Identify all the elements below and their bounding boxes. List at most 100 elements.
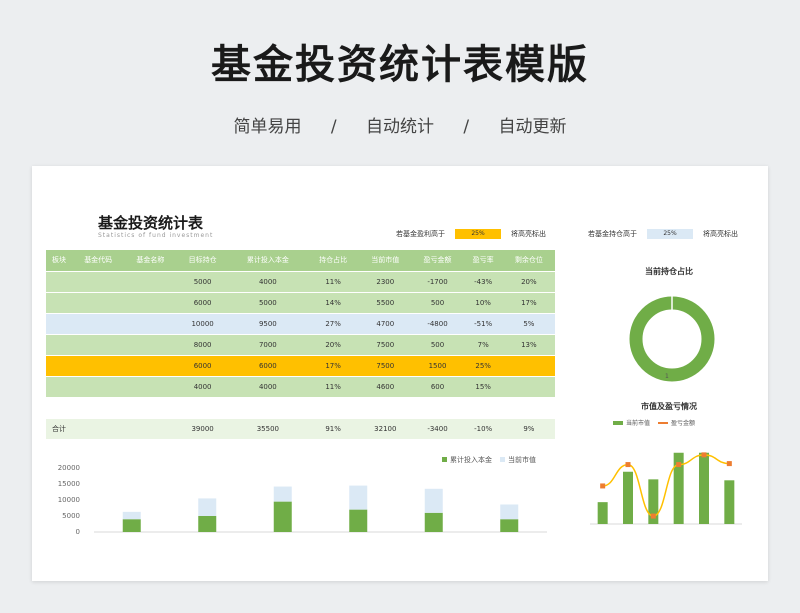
column-header[interactable]: 目标持仓 <box>176 250 229 272</box>
spacer-cell <box>46 397 555 419</box>
total-row[interactable]: 合计 39000 35500 91% 32100 -3400 -10% 9% <box>46 418 555 440</box>
total-cell[interactable]: -10% <box>463 418 503 440</box>
total-cell[interactable]: 35500 <box>228 418 307 440</box>
table-row[interactable]: 6000 5000 14% 5500 500 10% 17% <box>46 292 555 314</box>
table-cell[interactable] <box>124 334 177 356</box>
table-cell[interactable]: 6000 <box>176 292 229 314</box>
table-cell[interactable]: 20% <box>502 271 555 293</box>
table-cell[interactable]: 25% <box>463 355 503 377</box>
donut-outline <box>642 309 702 369</box>
table-cell[interactable] <box>124 271 177 293</box>
table-cell[interactable]: 500 <box>411 292 464 314</box>
table-cell[interactable]: 4000 <box>228 271 307 293</box>
invest-bar-chart: 20000 15000 10000 5000 0 累计投入本金 当前市值 <box>58 455 547 536</box>
column-header[interactable]: 板块 <box>46 250 73 272</box>
table-cell[interactable] <box>502 376 555 398</box>
table-cell[interactable] <box>72 271 125 293</box>
table-cell[interactable]: 5000 <box>228 292 307 314</box>
table-cell[interactable] <box>502 355 555 377</box>
table-cell[interactable] <box>46 271 73 293</box>
table-cell[interactable]: 27% <box>307 313 360 335</box>
table-row[interactable]: 8000 7000 20% 7500 500 7% 13% <box>46 334 555 356</box>
column-header[interactable]: 剩余仓位 <box>502 250 555 272</box>
table-cell[interactable] <box>46 376 73 398</box>
table-cell[interactable]: 6000 <box>176 355 229 377</box>
column-header[interactable]: 累计投入本金 <box>228 250 307 272</box>
bar-market-value <box>623 471 633 524</box>
column-header[interactable]: 基金名称 <box>124 250 177 272</box>
table-cell[interactable]: 4000 <box>176 376 229 398</box>
table-row[interactable]: 5000 4000 11% 2300 -1700 -43% 20% <box>46 271 555 293</box>
table-cell[interactable]: 9500 <box>228 313 307 335</box>
table-cell[interactable]: 6000 <box>228 355 307 377</box>
table-cell[interactable] <box>124 313 177 335</box>
table-cell[interactable]: 1500 <box>411 355 464 377</box>
table-cell[interactable]: 5% <box>502 313 555 335</box>
table-cell[interactable] <box>46 292 73 314</box>
table-row[interactable]: 10000 9500 27% 4700 -4800 -51% 5% <box>46 313 555 335</box>
holding-threshold-input[interactable]: 25% <box>647 229 693 239</box>
table-cell[interactable] <box>72 292 125 314</box>
table-cell[interactable]: 14% <box>307 292 360 314</box>
table-cell[interactable]: 11% <box>307 376 360 398</box>
column-header[interactable]: 当前市值 <box>359 250 412 272</box>
total-cell[interactable] <box>72 418 125 440</box>
profit-threshold-prefix: 若基金盈利高于 <box>396 230 445 238</box>
market-legend-label: 盈亏金额 <box>671 420 696 427</box>
column-header[interactable]: 盈亏金额 <box>411 250 464 272</box>
table-cell[interactable]: 4700 <box>359 313 412 335</box>
table-cell[interactable]: 10000 <box>176 313 229 335</box>
table-cell[interactable]: 7000 <box>228 334 307 356</box>
profit-threshold-input[interactable]: 25% <box>455 229 501 239</box>
table-cell[interactable]: 17% <box>307 355 360 377</box>
table-cell[interactable] <box>46 355 73 377</box>
table-cell[interactable] <box>46 313 73 335</box>
table-cell[interactable]: 20% <box>307 334 360 356</box>
table-cell[interactable] <box>124 292 177 314</box>
table-cell[interactable]: 4000 <box>228 376 307 398</box>
total-cell[interactable]: 32100 <box>359 418 412 440</box>
profit-point <box>701 452 707 458</box>
column-header[interactable]: 基金代码 <box>72 250 125 272</box>
table-cell[interactable]: 15% <box>463 376 503 398</box>
table-cell[interactable] <box>72 313 125 335</box>
table-row[interactable]: 6000 6000 17% 7500 1500 25% <box>46 355 555 377</box>
table-cell[interactable]: 7% <box>463 334 503 356</box>
y-tick-label: 0 <box>76 528 80 536</box>
table-cell[interactable]: 10% <box>463 292 503 314</box>
table-cell[interactable]: 13% <box>502 334 555 356</box>
table-cell[interactable]: -1700 <box>411 271 464 293</box>
column-header[interactable]: 持仓占比 <box>307 250 360 272</box>
table-cell[interactable] <box>72 355 125 377</box>
column-header[interactable]: 盈亏率 <box>463 250 503 272</box>
total-cell[interactable]: 9% <box>502 418 555 440</box>
bar-market-value <box>724 480 735 524</box>
table-cell[interactable]: 17% <box>502 292 555 314</box>
table-cell[interactable]: 7500 <box>359 334 412 356</box>
total-cell[interactable]: 39000 <box>176 418 229 440</box>
table-cell[interactable]: 600 <box>411 376 464 398</box>
table-cell[interactable]: 5000 <box>176 271 229 293</box>
table-cell[interactable]: 11% <box>307 271 360 293</box>
subtitle-divider: / <box>463 117 470 137</box>
table-cell[interactable] <box>124 376 177 398</box>
total-cell[interactable]: -3400 <box>411 418 464 440</box>
table-cell[interactable]: -43% <box>463 271 503 293</box>
table-cell[interactable]: 5500 <box>359 292 412 314</box>
table-cell[interactable] <box>124 355 177 377</box>
table-row[interactable]: 4000 4000 11% 4600 600 15% <box>46 376 555 398</box>
table-cell[interactable]: 4600 <box>359 376 412 398</box>
total-cell[interactable] <box>124 418 177 440</box>
total-cell[interactable]: 合计 <box>46 418 73 440</box>
table-cell[interactable]: 2300 <box>359 271 412 293</box>
sheet-subtitle: Statistics of fund investment <box>98 232 214 239</box>
table-cell[interactable] <box>46 334 73 356</box>
table-cell[interactable]: 8000 <box>176 334 229 356</box>
total-cell[interactable]: 91% <box>307 418 360 440</box>
table-cell[interactable]: -4800 <box>411 313 464 335</box>
table-cell[interactable] <box>72 334 125 356</box>
table-cell[interactable]: 7500 <box>359 355 412 377</box>
table-cell[interactable]: -51% <box>463 313 503 335</box>
table-cell[interactable] <box>72 376 125 398</box>
table-cell[interactable]: 500 <box>411 334 464 356</box>
